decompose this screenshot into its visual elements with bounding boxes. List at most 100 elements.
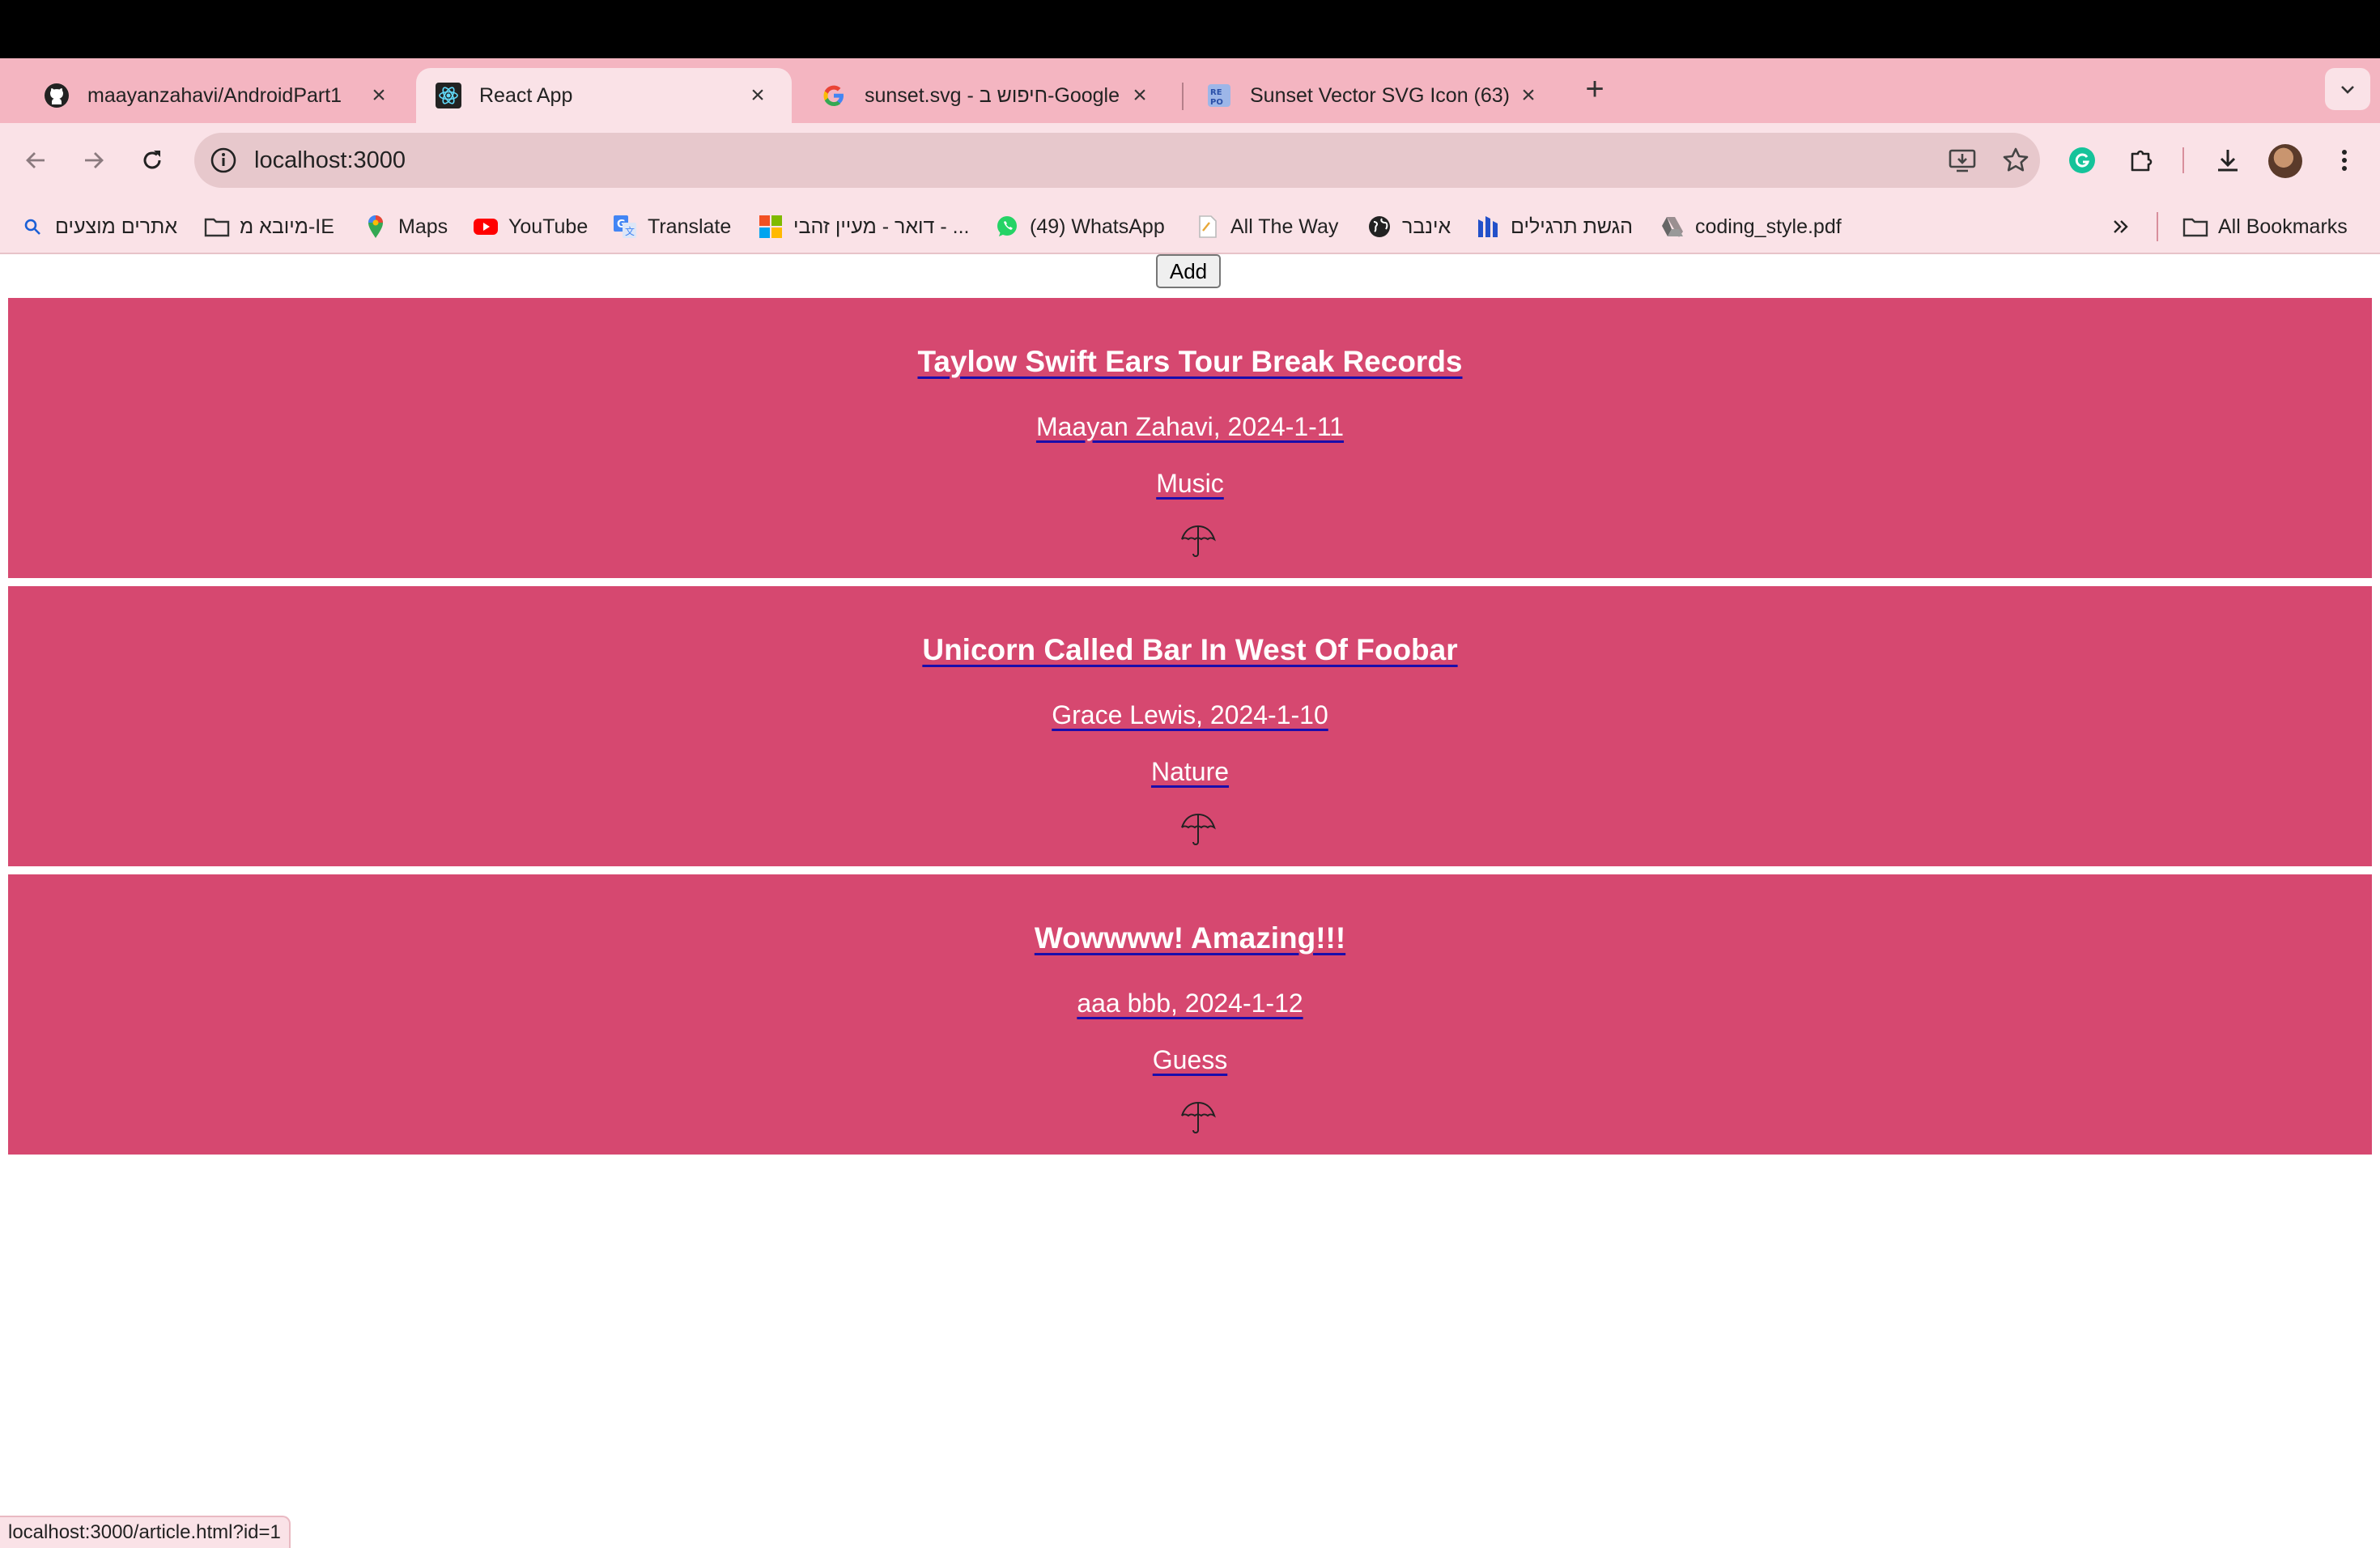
umbrella-icon[interactable]	[1179, 523, 1218, 559]
bookmark-imported-ie[interactable]: מיובא מ-IE	[204, 211, 334, 243]
downloads-button[interactable]	[2208, 141, 2247, 180]
drive-icon	[1660, 214, 1685, 240]
page-icon	[1195, 214, 1221, 240]
maps-icon	[363, 214, 389, 240]
umbrella-icon[interactable]	[1179, 811, 1218, 847]
grammarly-button[interactable]	[2063, 141, 2102, 180]
tab-title: React App	[479, 83, 573, 107]
whatsapp-icon	[994, 214, 1020, 240]
menu-button[interactable]	[2325, 141, 2364, 180]
umbrella-icon[interactable]	[1179, 1099, 1218, 1135]
tab-github[interactable]: maayanzahavi/AndroidPart1 ×	[24, 68, 413, 123]
article-category-link[interactable]: Music	[1156, 469, 1224, 498]
page-content: Add Taylow Swift Ears Tour Break Records…	[0, 254, 2380, 1548]
close-icon[interactable]: ×	[743, 81, 772, 110]
puzzle-icon	[2131, 150, 2153, 172]
bookmark-maps[interactable]: Maps	[363, 211, 448, 243]
all-bookmarks-label: All Bookmarks	[2218, 215, 2348, 238]
reload-button[interactable]	[133, 141, 172, 180]
bookmark-outlook-mail[interactable]: דואר - מעיין זהבי - ...	[758, 211, 969, 243]
article-card[interactable]: Wowwww! Amazing!!! aaa bbb, 2024-1-12 Gu…	[8, 874, 2372, 1155]
youtube-icon	[473, 214, 499, 240]
add-button[interactable]: Add	[1156, 254, 1221, 288]
bookmark-label: Translate	[648, 215, 732, 238]
folder-icon	[2182, 214, 2208, 240]
translate-icon: G文	[612, 214, 638, 240]
svg-text:RE: RE	[1210, 88, 1222, 97]
svgrepo-icon: RE PO	[1206, 83, 1232, 108]
tab-title: maayanzahavi/AndroidPart1	[87, 83, 342, 107]
article-title: Unicorn Called Bar In West Of Foobar	[8, 633, 2372, 667]
back-button[interactable]	[16, 141, 55, 180]
more-bookmarks-button[interactable]	[2108, 211, 2144, 243]
forward-button[interactable]	[74, 141, 113, 180]
tab-google-search[interactable]: sunset.svg - חיפוש ב-Google ×	[801, 68, 1174, 123]
bookmark-submit-exercises[interactable]: הגשת תרגילים	[1475, 211, 1633, 243]
article-meta-link[interactable]: Maayan Zahavi, 2024-1-11	[1036, 412, 1344, 441]
article-title-link[interactable]: Unicorn Called Bar In West Of Foobar	[922, 633, 1457, 666]
microsoft-icon	[758, 214, 784, 240]
chevron-down-icon	[2341, 86, 2354, 94]
article-card[interactable]: Taylow Swift Ears Tour Break Records Maa…	[8, 298, 2372, 578]
kebab-menu-icon	[2342, 150, 2347, 171]
install-app-icon[interactable]	[1948, 146, 1977, 175]
bookmarks-bar: אתרים מוצעים מיובא מ-IE Maps YouTube G文 …	[0, 198, 2380, 254]
react-icon	[436, 83, 461, 108]
link-status-bubble: localhost:3000/article.html?id=1	[0, 1516, 291, 1548]
tab-strip: maayanzahavi/AndroidPart1 × React App × …	[0, 58, 2380, 123]
close-icon[interactable]: ×	[1514, 81, 1543, 110]
bookmark-inbar[interactable]: אינבר	[1366, 211, 1451, 243]
system-top-bar	[0, 0, 2380, 58]
bookmark-label: דואר - מעיין זהבי - ...	[793, 215, 970, 238]
site-info-icon[interactable]	[209, 146, 238, 175]
tab-react-app[interactable]: React App ×	[416, 68, 792, 123]
bookmark-label: (49) WhatsApp	[1030, 215, 1165, 238]
article-title: Wowwww! Amazing!!!	[8, 921, 2372, 955]
forward-arrow-icon	[85, 152, 104, 168]
close-icon[interactable]: ×	[364, 81, 393, 110]
bookmark-label: מיובא מ-IE	[240, 215, 334, 238]
extensions-button[interactable]	[2123, 141, 2161, 180]
back-arrow-icon	[26, 152, 45, 168]
article-title-link[interactable]: Taylow Swift Ears Tour Break Records	[917, 345, 1462, 378]
article-category-link[interactable]: Guess	[1153, 1045, 1227, 1074]
bookmark-label: הגשת תרגילים	[1511, 215, 1634, 238]
new-tab-button[interactable]: +	[1579, 71, 1611, 107]
bookmark-label: Maps	[398, 215, 448, 238]
article-meta-link[interactable]: aaa bbb, 2024-1-12	[1077, 989, 1303, 1018]
article-title-link[interactable]: Wowwww! Amazing!!!	[1035, 921, 1345, 955]
article-meta: aaa bbb, 2024-1-12	[8, 989, 2372, 1019]
tab-title: sunset.svg - חיפוש ב-Google	[865, 83, 1120, 107]
bookmark-star-icon[interactable]	[2001, 146, 2030, 175]
url-text[interactable]: localhost:3000	[254, 147, 406, 174]
article-card[interactable]: Unicorn Called Bar In West Of Foobar Gra…	[8, 586, 2372, 866]
tab-search-button[interactable]	[2325, 68, 2370, 110]
article-category-link[interactable]: Nature	[1151, 757, 1229, 786]
bookmark-label: אתרים מוצעים	[55, 215, 178, 238]
bookmark-translate[interactable]: G文 Translate	[612, 211, 731, 243]
folder-icon	[204, 214, 230, 240]
grammarly-icon	[2069, 147, 2095, 173]
svg-text:文: 文	[625, 225, 635, 237]
article-meta-link[interactable]: Grace Lewis, 2024-1-10	[1052, 700, 1328, 729]
bookmark-all-the-way[interactable]: All The Way	[1195, 211, 1338, 243]
bookmark-youtube[interactable]: YouTube	[473, 211, 588, 243]
address-bar[interactable]: localhost:3000	[194, 133, 2040, 188]
tab-svgrepo[interactable]: RE PO Sunset Vector SVG Icon (63) ×	[1187, 68, 1562, 123]
search-icon	[19, 214, 45, 240]
double-chevron-right-icon	[2108, 214, 2134, 240]
bookmark-coding-style-pdf[interactable]: coding_style.pdf	[1660, 211, 1842, 243]
reload-icon	[143, 151, 161, 169]
bookmark-suggested-sites[interactable]: אתרים מוצעים	[19, 211, 177, 243]
article-title: Taylow Swift Ears Tour Break Records	[8, 345, 2372, 379]
moodle-icon	[1475, 214, 1501, 240]
bookmark-whatsapp[interactable]: (49) WhatsApp	[994, 211, 1165, 243]
globe-icon	[1366, 214, 1392, 240]
bookmark-label: coding_style.pdf	[1695, 215, 1842, 238]
bookmarks-divider	[2157, 212, 2158, 241]
all-bookmarks-button[interactable]: All Bookmarks	[2182, 211, 2348, 243]
bookmark-label: YouTube	[508, 215, 589, 238]
github-icon	[44, 83, 70, 108]
close-icon[interactable]: ×	[1125, 81, 1154, 110]
profile-avatar[interactable]	[2268, 144, 2302, 178]
